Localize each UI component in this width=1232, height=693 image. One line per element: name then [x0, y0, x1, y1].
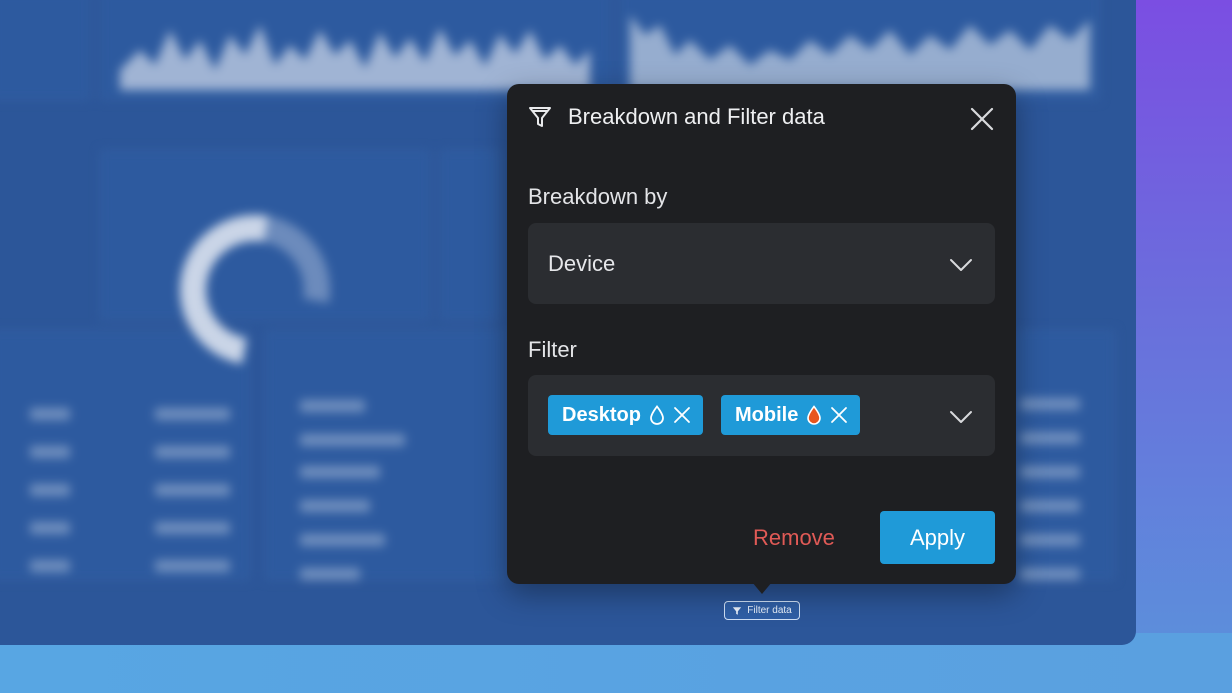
blurred-row	[155, 408, 230, 420]
breakdown-filter-popup: Breakdown and Filter data Breakdown by D…	[507, 84, 1016, 584]
remove-button[interactable]: Remove	[753, 525, 835, 551]
blurred-row	[300, 534, 385, 546]
drop-orange-icon	[807, 405, 822, 425]
blurred-row	[30, 484, 70, 496]
dashboard-panel	[440, 150, 500, 320]
blurred-row	[300, 434, 405, 446]
blurred-row	[1020, 466, 1080, 478]
blurred-row	[300, 500, 370, 512]
blurred-row	[30, 560, 70, 572]
filter-chip-mobile: Mobile	[721, 395, 861, 435]
blurred-row	[1020, 432, 1080, 444]
blurred-row	[30, 446, 70, 458]
chevron-down-icon	[950, 411, 972, 423]
blurred-row	[30, 522, 70, 534]
popup-caret	[752, 582, 772, 594]
funnel-icon	[733, 606, 742, 615]
chip-label: Desktop	[562, 403, 641, 426]
blurred-row	[300, 400, 365, 412]
blurred-row	[155, 522, 230, 534]
chip-remove-icon[interactable]	[830, 406, 848, 424]
blurred-row	[1020, 568, 1080, 580]
sparkline-graphic	[120, 25, 590, 90]
blurred-row	[155, 484, 230, 496]
breakdown-value: Device	[548, 251, 616, 276]
filter-label: Filter	[528, 337, 577, 362]
blurred-row	[155, 446, 230, 458]
blurred-row	[1020, 398, 1080, 410]
blurred-row	[1020, 500, 1080, 512]
filter-data-label: Filter data	[747, 605, 792, 616]
dashboard-panel	[0, 0, 90, 100]
blurred-row	[300, 466, 380, 478]
sparkline-graphic	[630, 15, 1090, 90]
chevron-down-icon	[950, 259, 972, 271]
blurred-row	[1020, 534, 1080, 546]
chip-remove-icon[interactable]	[673, 406, 691, 424]
blurred-row	[300, 568, 360, 580]
popup-header: Breakdown and Filter data	[528, 104, 825, 130]
filter-data-button[interactable]: Filter data	[724, 601, 800, 620]
filter-multiselect[interactable]: Desktop Mobile	[528, 375, 995, 456]
blurred-row	[155, 560, 230, 572]
apply-button[interactable]: Apply	[880, 511, 995, 564]
funnel-icon	[529, 107, 551, 127]
close-icon[interactable]	[968, 105, 996, 133]
blurred-row	[30, 408, 70, 420]
chip-label: Mobile	[735, 403, 799, 426]
popup-title: Breakdown and Filter data	[568, 104, 825, 129]
breakdown-select[interactable]: Device	[528, 223, 995, 304]
drop-outline-icon	[650, 405, 664, 425]
breakdown-label: Breakdown by	[528, 184, 668, 209]
filter-chip-desktop: Desktop	[548, 395, 703, 435]
